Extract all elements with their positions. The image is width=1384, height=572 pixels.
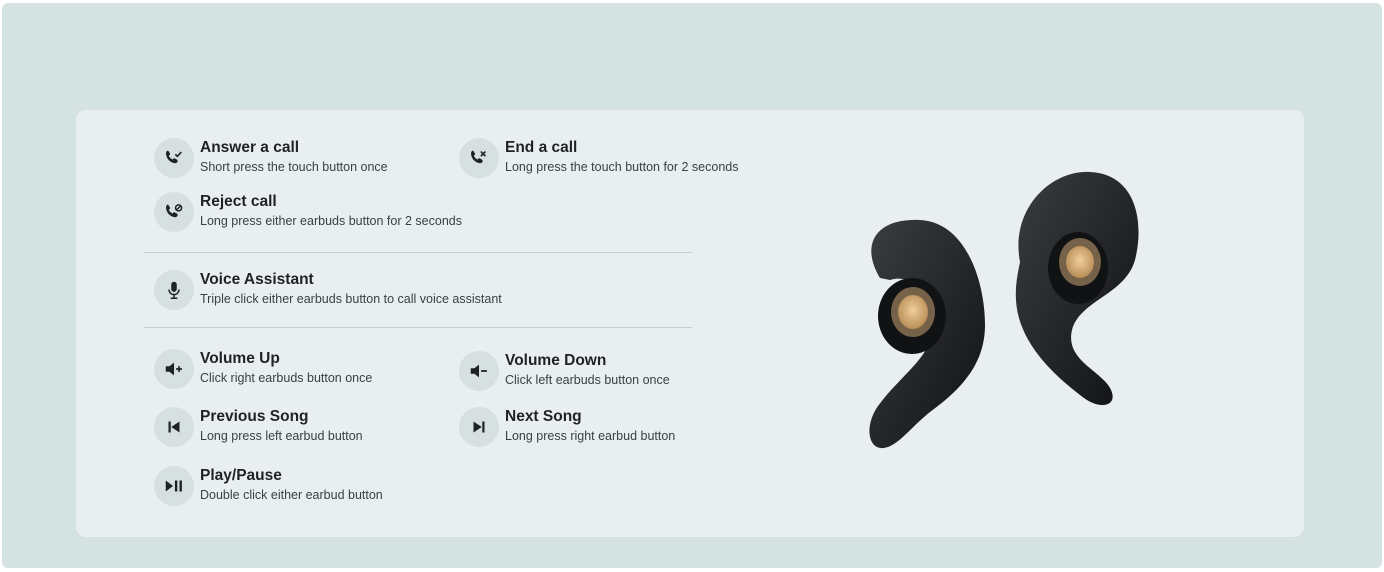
section-divider: [144, 252, 692, 253]
control-description: Click right earbuds button once: [200, 371, 373, 385]
control-title: Voice Assistant: [200, 271, 314, 288]
control-title: Play/Pause: [200, 467, 282, 484]
phone-reject-icon: [154, 192, 194, 232]
control-description: Click left earbuds button once: [505, 373, 670, 387]
control-description: Long press left earbud button: [200, 429, 363, 443]
phone-end-icon: [459, 138, 499, 178]
control-title: Volume Up: [200, 350, 280, 367]
section-divider: [144, 327, 692, 328]
control-title: Volume Down: [505, 352, 607, 369]
play-pause-icon: [154, 466, 194, 506]
right-earbud: [1015, 171, 1139, 406]
control-title: Next Song: [505, 408, 582, 425]
control-description: Long press either earbuds button for 2 s…: [200, 214, 462, 228]
control-description: Long press the touch button for 2 second…: [505, 160, 739, 174]
left-earbud: [869, 219, 985, 449]
phone-answer-icon: [154, 138, 194, 178]
control-title: End a call: [505, 139, 578, 156]
control-description: Triple click either earbuds button to ca…: [200, 292, 502, 306]
earbuds-product-image: [869, 171, 1139, 449]
control-description: Double click either earbud button: [200, 488, 383, 502]
previous-track-icon: [154, 407, 194, 447]
volume-down-icon: [459, 351, 499, 391]
control-title: Previous Song: [200, 408, 309, 425]
microphone-icon: [154, 270, 194, 310]
control-title: Reject call: [200, 193, 277, 210]
control-title: Answer a call: [200, 139, 300, 156]
next-track-icon: [459, 407, 499, 447]
control-description: Long press right earbud button: [505, 429, 676, 443]
volume-up-icon: [154, 349, 194, 389]
control-description: Short press the touch button once: [200, 160, 388, 174]
